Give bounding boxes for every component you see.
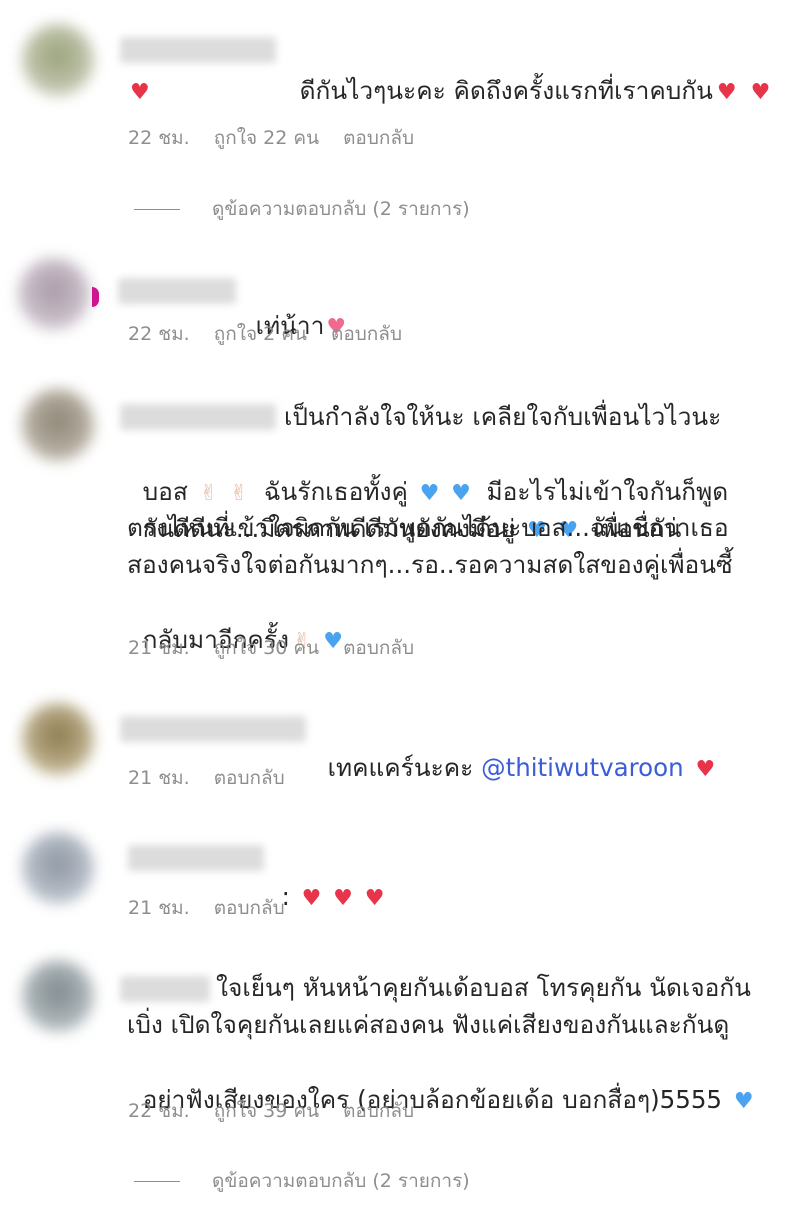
replies-divider: [134, 1181, 180, 1182]
comment-text-cont: ♥: [130, 72, 150, 112]
red-heart-emoji: ♥: [716, 79, 737, 105]
comment-meta: 22 ชม. ถูกใจ 39 คน ตอบกลับ: [128, 1098, 438, 1124]
username[interactable]: [120, 404, 276, 430]
comment-time[interactable]: 21 ชม.: [128, 635, 190, 661]
view-replies-button[interactable]: ดูข้อความตอบกลับ (2 รายการ): [134, 1168, 470, 1194]
red-heart-emoji: ♥: [333, 885, 353, 911]
reply-button[interactable]: ตอบกลับ: [343, 125, 414, 151]
avatar[interactable]: [22, 389, 94, 461]
comment-time[interactable]: 22 ชม.: [128, 321, 190, 347]
avatar[interactable]: [18, 258, 90, 330]
comment-text: ดีกันไวๆนะคะ คิดถึงครั้งแรกที่เราคบกัน ♥ ♥: [284, 34, 771, 111]
username[interactable]: [120, 976, 210, 1002]
username[interactable]: [128, 845, 264, 871]
reply-button[interactable]: ตอบกลับ: [343, 635, 414, 661]
username[interactable]: [120, 716, 306, 742]
like-count[interactable]: ถูกใจ 2 คน: [214, 321, 307, 347]
like-count[interactable]: ถูกใจ 39 คน: [214, 1098, 319, 1124]
comment-time[interactable]: 21 ชม.: [128, 765, 190, 791]
comment-meta: 21 ชม. ตอบกลับ: [128, 765, 309, 791]
reply-button[interactable]: ตอบกลับ: [331, 321, 402, 347]
comment-text: เป็นกำลังใจให้นะ เคลียใจกับเพื่อนไวไวนะ: [284, 402, 722, 431]
comment-time[interactable]: 22 ชม.: [128, 125, 190, 151]
comment-text: ใจเย็นๆ หันหน้าคุยกันเด้อบอส โทรคุยกัน น…: [216, 973, 751, 1002]
red-heart-emoji: ♥: [364, 885, 385, 911]
username[interactable]: [120, 37, 276, 63]
comment-text: เบิ่ง เปิดใจคุยกันเลยแค่สองคน ฟังแค่เสีย…: [127, 1010, 730, 1039]
comment-meta: 21 ชม. ตอบกลับ: [128, 895, 309, 921]
red-heart-emoji: ♥: [695, 756, 716, 782]
reply-button[interactable]: ตอบกลับ: [214, 895, 285, 921]
red-heart-emoji: ♥: [130, 80, 150, 105]
comment-meta: 22 ชม. ถูกใจ 2 คน ตอบกลับ: [128, 321, 426, 347]
mention-link[interactable]: @thitiwutvaroon: [481, 753, 684, 782]
comment-text: ตรงไหนที่เข้าใจผิดกัน เราพูดกันได้นะบอส.…: [127, 513, 729, 542]
comment-text: สองคนจริงใจต่อกันมากๆ...รอ..รอความสดใสขอ…: [127, 550, 733, 579]
view-replies-button[interactable]: ดูข้อความตอบกลับ (2 รายการ): [134, 196, 470, 222]
username[interactable]: [118, 278, 236, 304]
red-heart-emoji: ♥: [750, 79, 771, 105]
comment-time[interactable]: 22 ชม.: [128, 1098, 190, 1124]
comment-meta: 21 ชม. ถูกใจ 30 คน ตอบกลับ: [128, 635, 438, 661]
avatar[interactable]: [22, 832, 94, 904]
comment-meta: 22 ชม. ถูกใจ 22 คน ตอบกลับ: [128, 125, 438, 151]
blue-heart-emoji: ♥: [733, 1088, 754, 1114]
avatar[interactable]: [22, 703, 94, 775]
reply-button[interactable]: ตอบกลับ: [343, 1098, 414, 1124]
like-count[interactable]: ถูกใจ 30 คน: [214, 635, 319, 661]
reply-button[interactable]: ตอบกลับ: [214, 765, 285, 791]
comment-time[interactable]: 21 ชม.: [128, 895, 190, 921]
replies-divider: [134, 209, 180, 210]
avatar[interactable]: [22, 24, 94, 96]
story-ring: [92, 287, 99, 307]
comment-text: เทคแคร์นะคะ @thitiwutvaroon ♥: [312, 711, 716, 788]
avatar[interactable]: [22, 960, 94, 1032]
like-count[interactable]: ถูกใจ 22 คน: [214, 125, 319, 151]
